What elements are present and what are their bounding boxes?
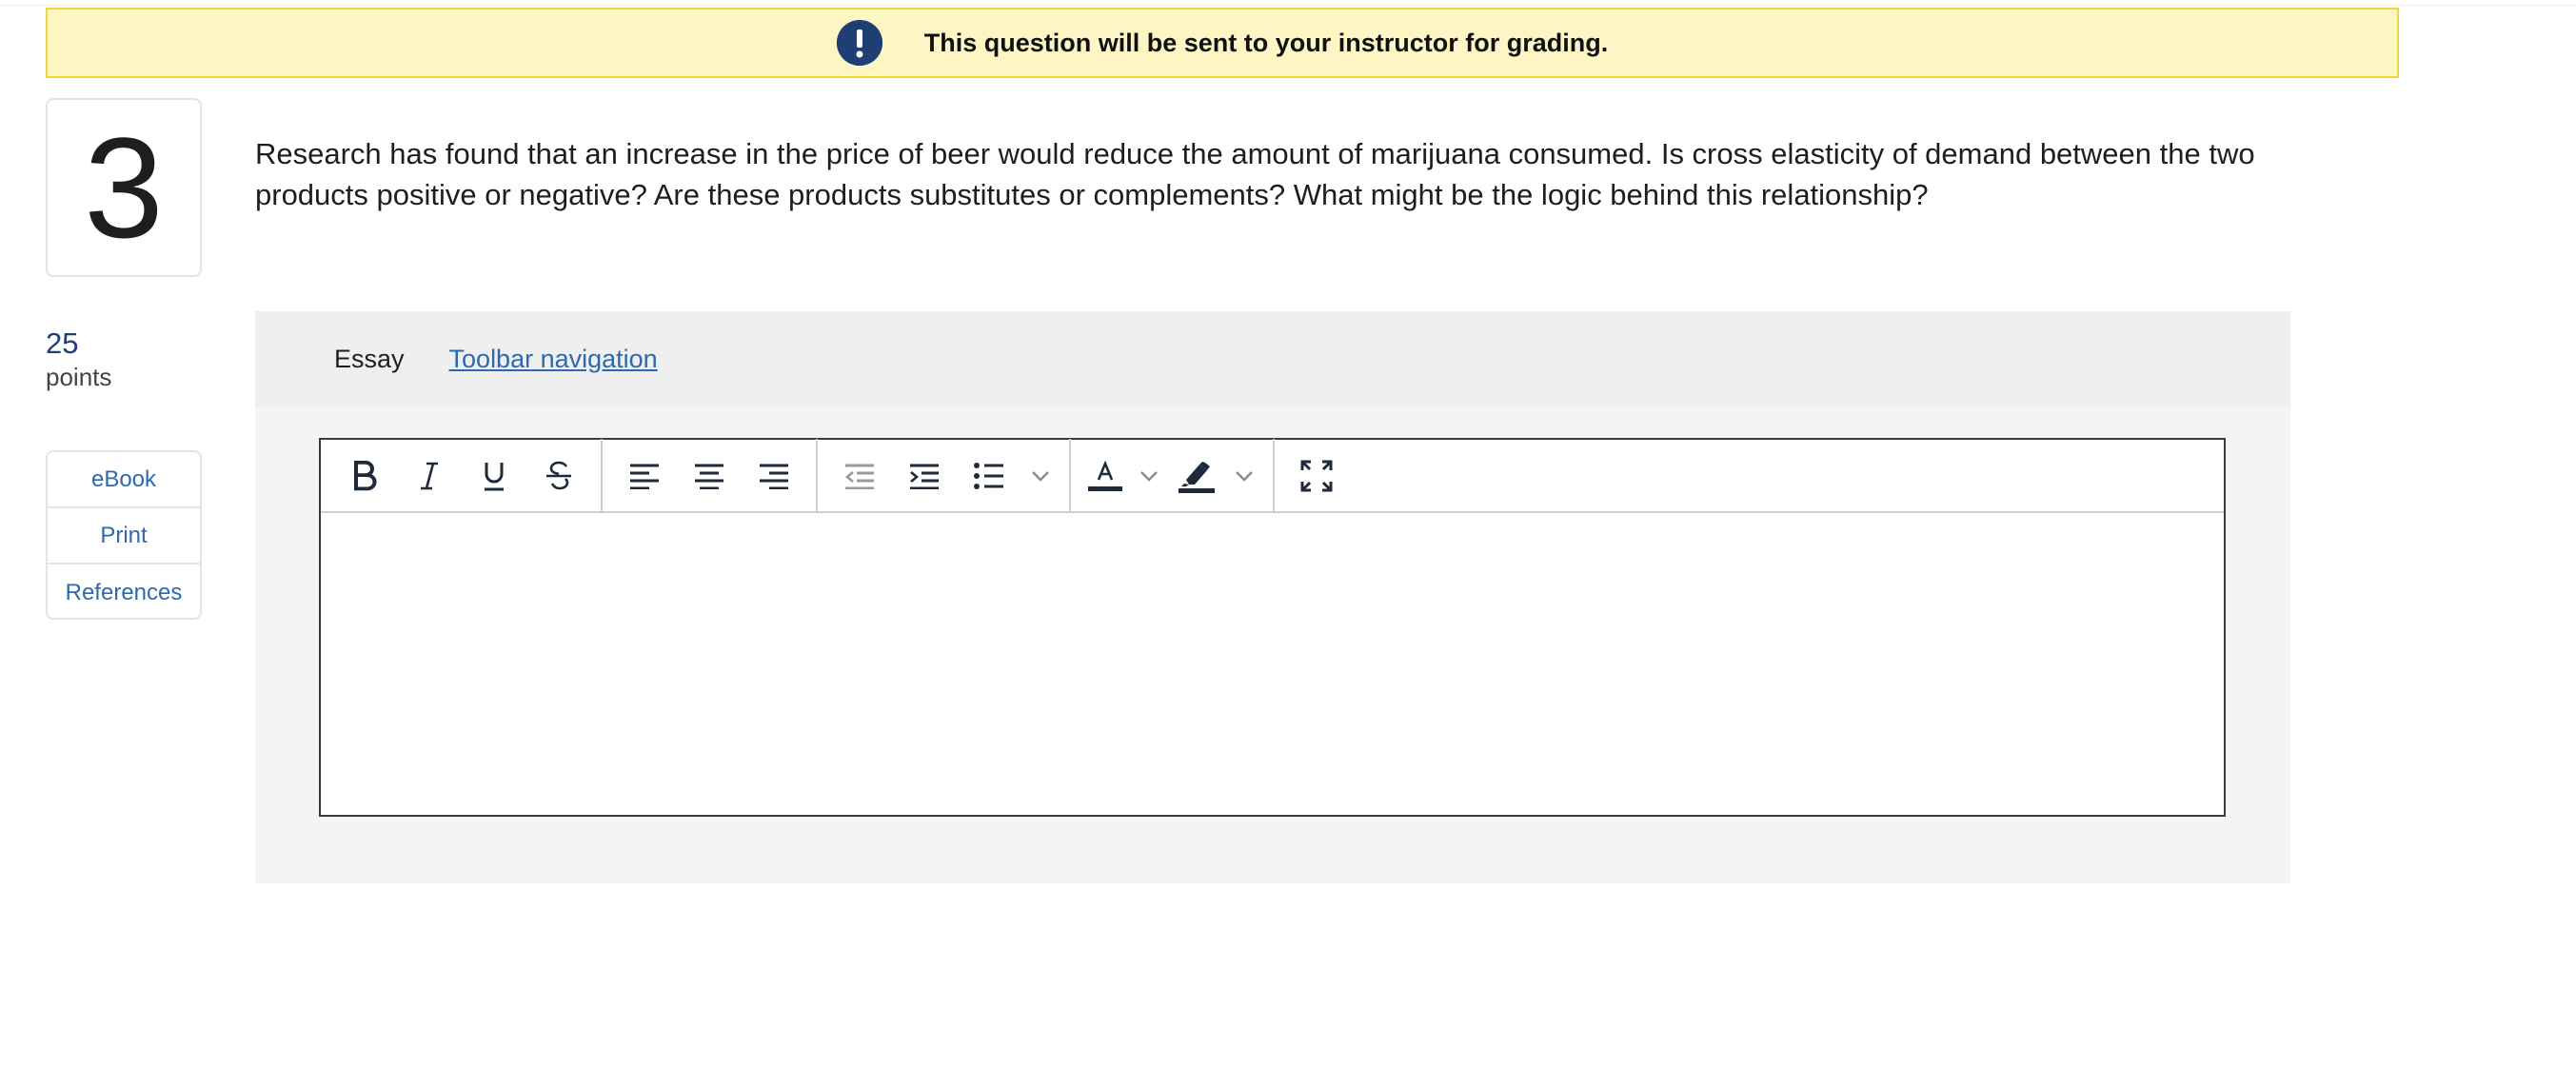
align-left-button[interactable] [612, 449, 677, 503]
strikethrough-button[interactable] [526, 449, 591, 503]
view-group [1275, 439, 1358, 512]
grading-notice-banner: This question will be sent to your instr… [46, 8, 2399, 78]
alignment-group [603, 439, 818, 512]
highlight-color-button[interactable] [1168, 449, 1225, 503]
essay-panel: Essay Toolbar navigation [255, 311, 2290, 883]
rich-text-editor [319, 438, 2226, 817]
fullscreen-button[interactable] [1284, 449, 1349, 503]
underline-button[interactable] [462, 449, 526, 503]
color-group [1071, 439, 1275, 512]
list-indent-group [818, 439, 1071, 512]
points-display: 25 points [46, 327, 111, 393]
question-number-box: 3 [46, 98, 202, 277]
highlight-color-icon [1179, 461, 1215, 493]
bulleted-list-button[interactable] [957, 449, 1021, 503]
chevron-down-icon [1032, 470, 1049, 482]
chevron-down-icon [1140, 470, 1158, 482]
indent-button[interactable] [892, 449, 957, 503]
text-color-dropdown[interactable] [1130, 449, 1168, 503]
question-number: 3 [84, 108, 164, 267]
editor-toolbar [321, 439, 2224, 513]
bold-icon [354, 460, 377, 490]
strikethrough-icon [546, 461, 571, 489]
references-link[interactable]: References [48, 564, 200, 618]
bulleted-list-icon [974, 462, 1003, 489]
text-style-group [332, 439, 603, 512]
align-center-icon [695, 464, 723, 489]
top-divider [0, 0, 2576, 6]
fullscreen-icon [1300, 460, 1333, 491]
print-link[interactable]: Print [48, 508, 200, 564]
points-label: points [46, 363, 112, 391]
highlight-color-dropdown[interactable] [1225, 449, 1263, 503]
align-center-button[interactable] [677, 449, 742, 503]
align-right-button[interactable] [742, 449, 806, 503]
bold-button[interactable] [332, 449, 397, 503]
essay-header: Essay Toolbar navigation [255, 311, 2290, 406]
ebook-link[interactable]: eBook [48, 452, 200, 508]
points-value: 25 [46, 327, 79, 360]
italic-icon [421, 462, 438, 489]
essay-answer-input[interactable] [321, 513, 2224, 815]
text-color-button[interactable] [1080, 449, 1130, 503]
chevron-down-icon [1236, 470, 1253, 482]
exclamation-circle-icon [836, 20, 882, 66]
essay-label: Essay [334, 344, 405, 373]
question-text: Research has found that an increase in t… [255, 137, 2255, 211]
indent-icon [910, 464, 939, 489]
grading-notice-text: This question will be sent to your instr… [923, 28, 1609, 57]
text-color-icon [1088, 460, 1122, 491]
outdent-button[interactable] [827, 449, 892, 503]
underline-icon [485, 462, 504, 490]
italic-button[interactable] [397, 449, 462, 503]
outdent-icon [844, 464, 874, 489]
list-style-dropdown[interactable] [1021, 449, 1060, 503]
align-left-icon [630, 464, 659, 489]
resource-links: eBook Print References [46, 450, 202, 620]
toolbar-navigation-link[interactable]: Toolbar navigation [449, 345, 658, 374]
align-right-icon [760, 464, 788, 489]
